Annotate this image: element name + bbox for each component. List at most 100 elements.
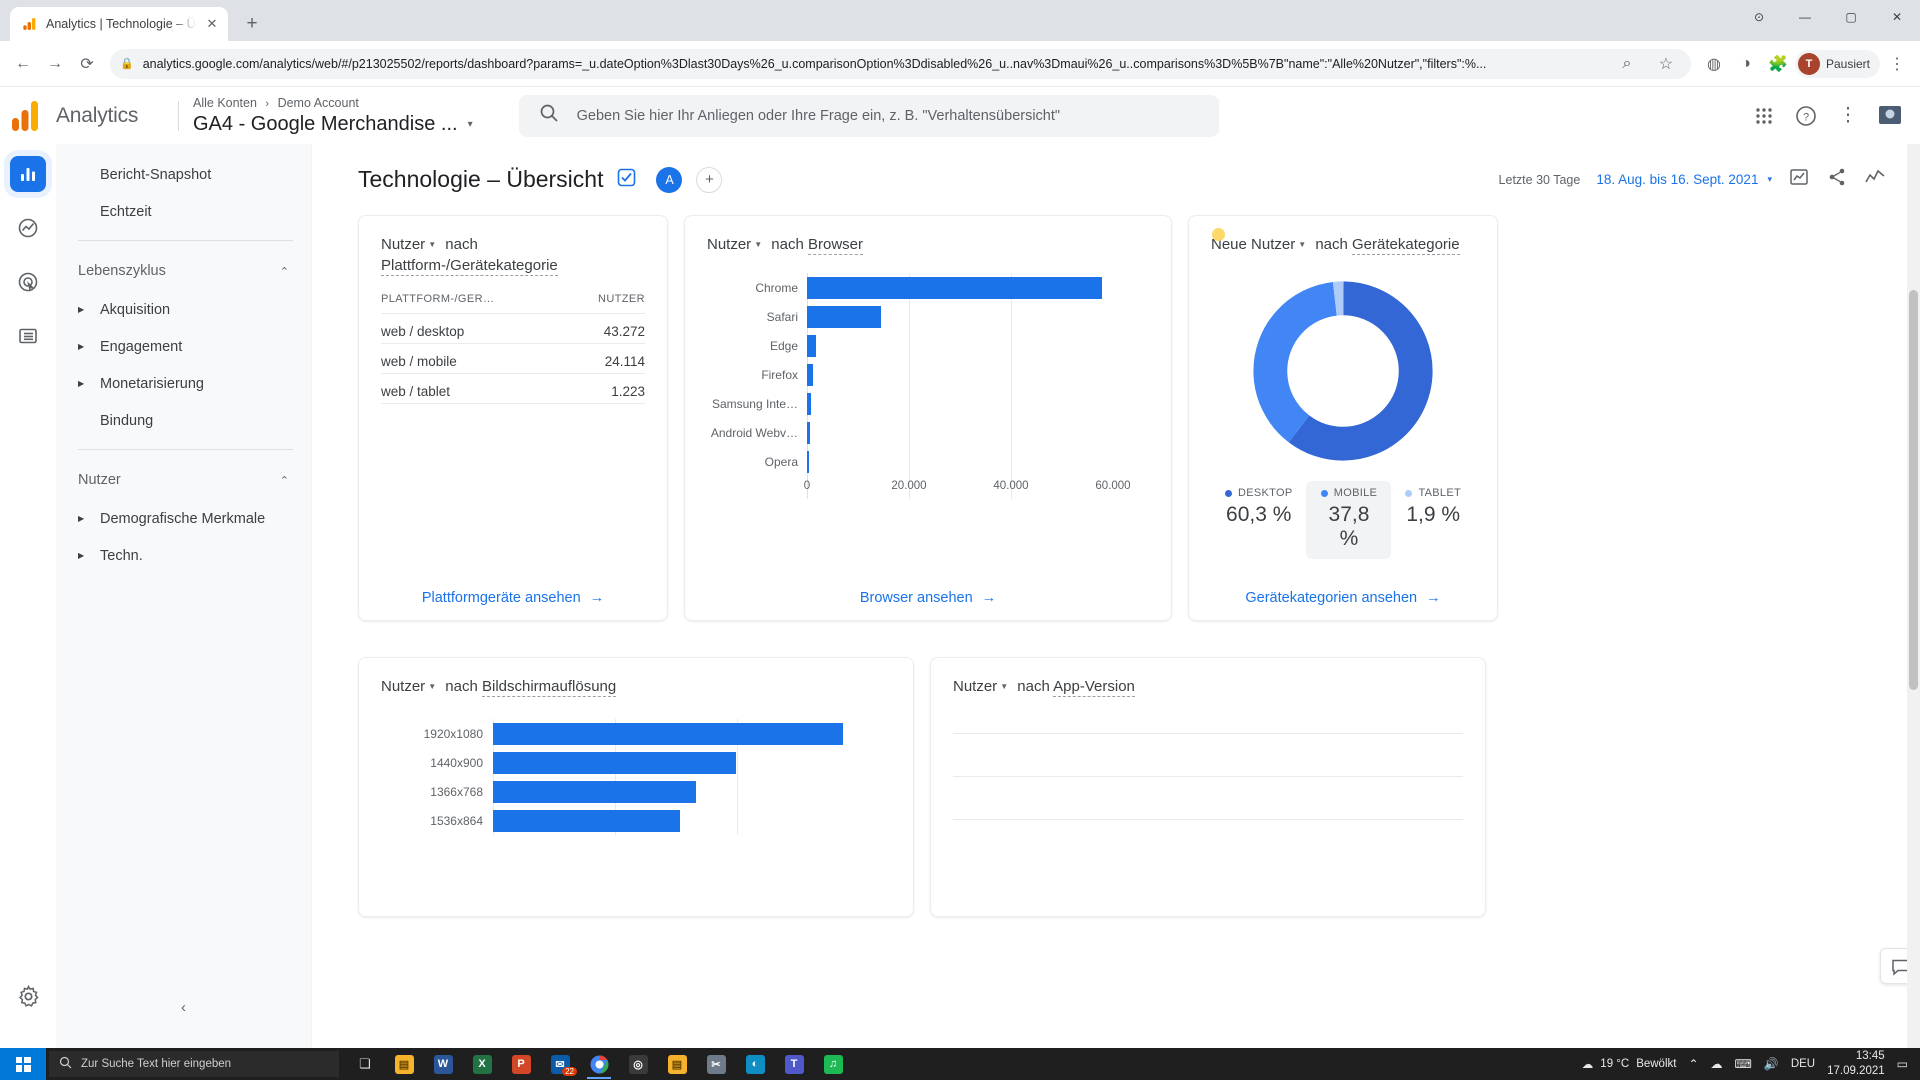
donut-chart[interactable]: [1211, 275, 1475, 467]
rail-item-configure[interactable]: [10, 318, 46, 354]
scrollbar-thumb[interactable]: [1909, 290, 1918, 690]
sidebar-item-echtzeit[interactable]: Echtzeit: [56, 193, 311, 230]
extension-icon-2[interactable]: ◑: [1731, 49, 1761, 79]
extension-icon-1[interactable]: ◍: [1699, 49, 1729, 79]
card-metric-selector[interactable]: Nutzer: [953, 678, 997, 695]
breadcrumb-account[interactable]: Alle Konten: [193, 96, 257, 110]
onedrive-icon[interactable]: ☁: [1711, 1057, 1723, 1071]
card-metric-selector[interactable]: Nutzer: [381, 678, 425, 695]
bar-row[interactable]: 1536x864: [381, 806, 891, 835]
insights-icon[interactable]: [1864, 167, 1886, 192]
card-footer-link[interactable]: Gerätekategorien ansehen →: [1211, 580, 1475, 606]
account-avatar[interactable]: [1876, 102, 1904, 130]
weather-widget[interactable]: ☁ 19 °C Bewölkt: [1582, 1057, 1677, 1071]
bar-row[interactable]: 1440x900: [381, 748, 891, 777]
rail-item-explore[interactable]: [10, 210, 46, 246]
property-name-row[interactable]: GA4 - Google Merchandise ... ▾: [193, 113, 473, 136]
help-icon[interactable]: ?: [1792, 102, 1820, 130]
compare-icon[interactable]: [1788, 167, 1810, 192]
chevron-up-icon[interactable]: ⌃: [280, 265, 289, 278]
bar-row[interactable]: Edge: [707, 331, 1149, 360]
back-icon[interactable]: ←: [8, 49, 38, 79]
rail-item-advertising[interactable]: [10, 264, 46, 300]
start-button[interactable]: [0, 1048, 46, 1080]
legend-item-mobile[interactable]: MOBILE 37,8 %: [1306, 481, 1392, 560]
taskbar-chrome[interactable]: [581, 1049, 617, 1079]
sidebar-item-demografische-merkmale[interactable]: ▶ Demografische Merkmale: [56, 500, 311, 537]
taskbar-excel[interactable]: X: [464, 1049, 500, 1079]
card-dimension[interactable]: Bildschirmauflösung: [481, 678, 617, 697]
search-input[interactable]: [576, 107, 1199, 124]
taskbar-powerpoint[interactable]: P: [503, 1049, 539, 1079]
network-icon[interactable]: ⌨: [1735, 1057, 1752, 1071]
taskbar-word[interactable]: W: [425, 1049, 461, 1079]
scrollbar-track[interactable]: [1907, 144, 1920, 1048]
volume-icon[interactable]: 🔊: [1764, 1057, 1779, 1071]
close-icon[interactable]: ✕: [204, 16, 220, 32]
sidebar-item-techn[interactable]: ▶ Techn.: [56, 537, 311, 574]
chevron-up-icon[interactable]: ⌃: [280, 474, 289, 487]
card-dimension[interactable]: Browser: [807, 236, 863, 255]
language-indicator[interactable]: DEU: [1791, 1058, 1815, 1070]
table-row[interactable]: web / desktop 43.272: [381, 313, 645, 344]
legend-item-tablet[interactable]: TABLET 1,9 %: [1391, 481, 1475, 559]
table-row[interactable]: web / mobile 24.114: [381, 343, 645, 374]
taskbar-snipping-tool[interactable]: ✂: [698, 1049, 734, 1079]
taskbar-edge[interactable]: ◐: [737, 1049, 773, 1079]
column-header-metric[interactable]: NUTZER: [567, 288, 645, 314]
window-close-button[interactable]: ✕: [1874, 0, 1920, 33]
card-metric-selector[interactable]: Neue Nutzer: [1211, 236, 1295, 253]
card-dimension[interactable]: Gerätekategorie: [1352, 236, 1460, 255]
share-icon[interactable]: [1826, 167, 1848, 192]
table-row[interactable]: web / tablet 1.223: [381, 373, 645, 404]
bar-row[interactable]: 1920x1080: [381, 719, 891, 748]
analytics-brand[interactable]: Analytics: [10, 100, 170, 131]
column-header-dimension[interactable]: PLATTFORM-/GER…: [381, 288, 568, 314]
settings-dot-icon[interactable]: ⊙: [1736, 0, 1782, 33]
card-metric-selector[interactable]: Nutzer: [381, 236, 425, 253]
taskbar-obs[interactable]: ◎: [620, 1049, 656, 1079]
sidebar-item-bindung[interactable]: Bindung: [56, 402, 311, 439]
rail-item-reports[interactable]: [10, 156, 46, 192]
chevron-down-icon[interactable]: ▼: [754, 240, 762, 249]
property-selector[interactable]: Alle Konten › Demo Account GA4 - Google …: [193, 96, 473, 136]
bar-row[interactable]: Safari: [707, 302, 1149, 331]
bar-row[interactable]: Android Webv…: [707, 418, 1149, 447]
taskbar-teams[interactable]: T: [776, 1049, 812, 1079]
collaborator-avatar[interactable]: A: [656, 166, 683, 193]
bar-row[interactable]: 1366x768: [381, 777, 891, 806]
bar-row[interactable]: Chrome: [707, 273, 1149, 302]
bar-row[interactable]: Firefox: [707, 360, 1149, 389]
rail-item-settings[interactable]: [10, 978, 46, 1014]
analytics-search-box[interactable]: [518, 94, 1219, 137]
taskbar-explorer-2[interactable]: ▤: [659, 1049, 695, 1079]
sidebar-item-engagement[interactable]: ▶ Engagement: [56, 328, 311, 365]
taskbar-file-explorer[interactable]: ▤: [386, 1049, 422, 1079]
chevron-up-icon[interactable]: ⌃: [1688, 1057, 1698, 1071]
chevron-down-icon[interactable]: ▼: [428, 240, 436, 249]
chevron-down-icon[interactable]: ▼: [1000, 682, 1008, 691]
card-dimension[interactable]: App-Version: [1053, 678, 1135, 697]
zoom-icon[interactable]: ⌕: [1612, 49, 1642, 79]
card-footer-link[interactable]: Plattformgeräte ansehen →: [381, 580, 645, 606]
chrome-menu-icon[interactable]: ⋮: [1882, 49, 1912, 79]
bar-row[interactable]: Opera: [707, 447, 1149, 476]
minimize-button[interactable]: —: [1782, 0, 1828, 33]
breadcrumb-property[interactable]: Demo Account: [278, 96, 359, 110]
card-metric-selector[interactable]: Nutzer: [707, 236, 751, 253]
taskbar-search[interactable]: Zur Suche Text hier eingeben: [49, 1051, 339, 1077]
browser-tab[interactable]: Analytics | Technologie – Übersic ✕: [10, 7, 228, 41]
chevron-down-icon[interactable]: ▼: [1298, 240, 1306, 249]
chevron-down-icon[interactable]: ▼: [428, 682, 436, 691]
taskbar-spotify[interactable]: ♫: [815, 1049, 851, 1079]
clock[interactable]: 13:45 17.09.2021: [1827, 1049, 1885, 1079]
profile-chip[interactable]: T Pausiert: [1794, 49, 1880, 78]
sidebar-item-bericht-snapshot[interactable]: Bericht-Snapshot: [56, 156, 311, 193]
more-vert-icon[interactable]: ⋮: [1834, 102, 1862, 130]
forward-icon[interactable]: →: [40, 49, 70, 79]
address-bar[interactable]: 🔒 analytics.google.com/analytics/web/#/p…: [110, 48, 1691, 79]
verified-icon[interactable]: [617, 168, 636, 192]
maximize-button[interactable]: ▢: [1828, 0, 1874, 33]
legend-item-desktop[interactable]: DESKTOP 60,3 %: [1211, 481, 1306, 559]
card-dimension[interactable]: Plattform-/Gerätekategorie: [381, 257, 558, 277]
